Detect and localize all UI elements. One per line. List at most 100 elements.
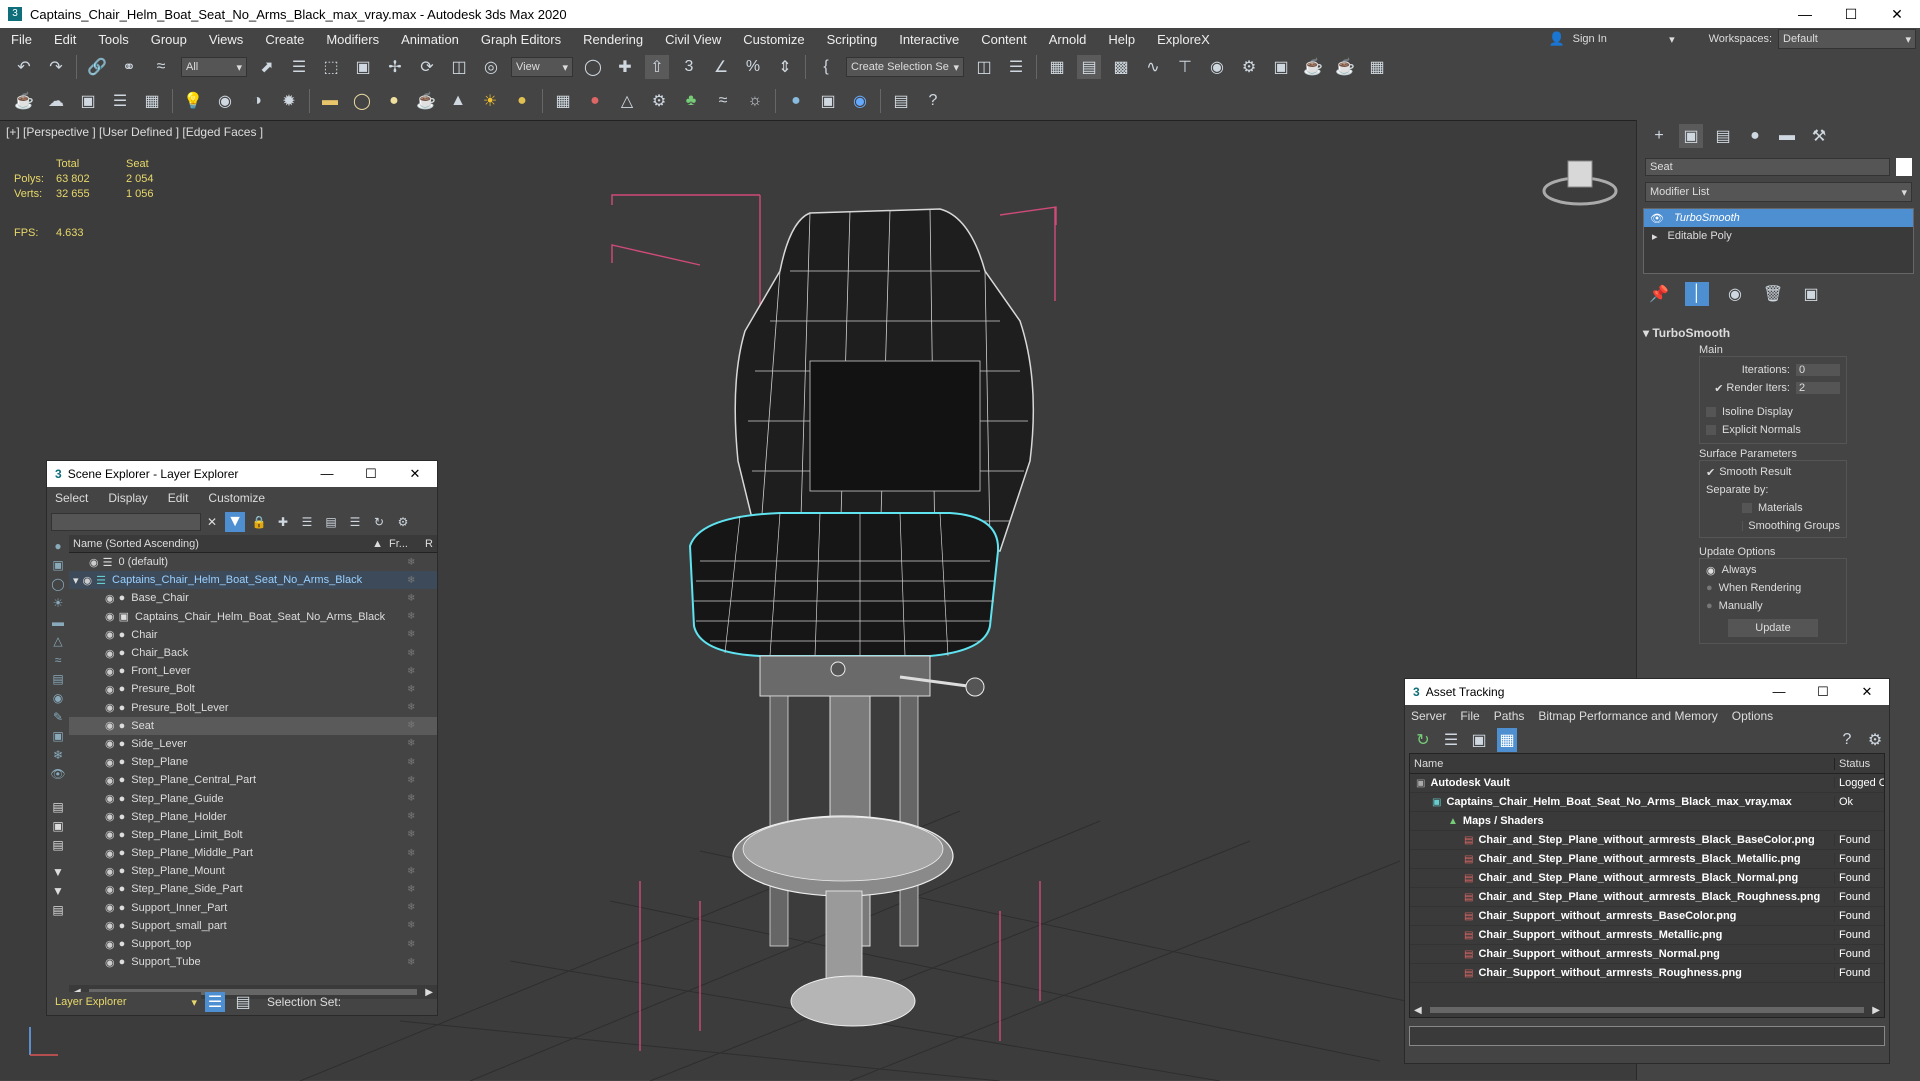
layer-tree-row[interactable]: ◉●Front_Lever❄ (69, 662, 437, 680)
layer-tree-row[interactable]: ◉▣Captains_Chair_Helm_Boat_Seat_No_Arms_… (69, 608, 437, 626)
object-name-field[interactable] (1645, 158, 1890, 176)
freeze-toggle-icon[interactable]: ❄ (407, 902, 437, 913)
menu-animation[interactable]: Animation (390, 32, 470, 47)
align-icon[interactable]: ☰ (1004, 55, 1028, 79)
scroll-right-icon[interactable]: ▶ (1872, 1005, 1880, 1016)
display-geometry-icon[interactable]: ▣ (52, 558, 63, 572)
visibility-eye-icon[interactable]: ◉ (105, 628, 115, 641)
visibility-eye-icon[interactable]: ◉ (105, 919, 115, 932)
menu-help[interactable]: Help (1097, 32, 1146, 47)
grid-plane-icon[interactable]: ▦ (551, 89, 575, 113)
freeze-toggle-icon[interactable]: ❄ (407, 793, 437, 804)
close-button[interactable]: ✕ (1874, 0, 1920, 28)
ies-light-icon[interactable]: ● (510, 89, 534, 113)
visibility-eye-icon[interactable]: ◉ (105, 956, 115, 969)
at-menu-file[interactable]: File (1460, 709, 1479, 723)
plane-icon[interactable]: ▬ (318, 89, 342, 113)
toggle-scene-explorer-icon[interactable]: ▦ (1045, 55, 1069, 79)
minimize-button[interactable]: — (1757, 684, 1801, 700)
configure-modifiers-icon[interactable]: ▣ (1799, 282, 1823, 306)
snap-3d-icon[interactable]: 3 (677, 55, 701, 79)
layer-tree-row[interactable]: ◉●Presure_Bolt❄ (69, 680, 437, 698)
image-icon[interactable]: ▣ (76, 89, 100, 113)
selection-filter-dropdown[interactable]: All▾ (181, 57, 247, 77)
layer-tree-row[interactable]: ◉●Support_small_part❄ (69, 917, 437, 935)
grid-layout-icon[interactable]: ▦ (1365, 55, 1389, 79)
col-frozen-header[interactable]: Fr... (389, 538, 425, 550)
layer-tree-row[interactable]: ◉●Step_Plane❄ (69, 753, 437, 771)
display-containers-icon[interactable]: ▣ (52, 729, 63, 743)
visibility-eye-icon[interactable]: ◉ (83, 574, 93, 587)
minimize-button[interactable]: — (1782, 0, 1828, 28)
layer-tree-row[interactable]: ▾◉☰Captains_Chair_Helm_Boat_Seat_No_Arms… (69, 571, 437, 589)
help-icon[interactable]: ? (921, 89, 945, 113)
render-icon[interactable]: ☕ (1301, 55, 1325, 79)
viewcube-icon[interactable] (1540, 151, 1620, 211)
fx-icon[interactable]: ✹ (277, 89, 301, 113)
visibility-eye-icon[interactable]: ◉ (105, 610, 115, 623)
link-icon[interactable]: 🔗 (85, 55, 109, 79)
freeze-toggle-icon[interactable]: ❄ (407, 593, 437, 604)
maximize-button[interactable]: ☐ (1828, 0, 1874, 28)
freeze-toggle-icon[interactable]: ❄ (407, 575, 437, 586)
asset-row[interactable]: ▤Chair_Support_without_armrests_Metallic… (1410, 926, 1884, 945)
se-menu-edit[interactable]: Edit (168, 491, 189, 505)
se-menu-display[interactable]: Display (108, 491, 147, 505)
display-hidden-icon[interactable]: 👁 (50, 767, 65, 781)
layer-tree-row[interactable]: ◉●Step_Plane_Holder❄ (69, 808, 437, 826)
rotate-icon[interactable]: ⟳ (415, 55, 439, 79)
visibility-eye-icon[interactable]: ◉ (105, 647, 115, 660)
layer-tree-row[interactable]: ◉●Presure_Bolt_Lever❄ (69, 699, 437, 717)
layer-tree-row[interactable]: ◉●Step_Plane_Side_Part❄ (69, 880, 437, 898)
layer-tree-row[interactable]: ◉●Chair❄ (69, 626, 437, 644)
se-menu-customize[interactable]: Customize (208, 491, 265, 505)
viewcube[interactable] (1540, 151, 1620, 211)
ribbon-icon[interactable]: ▩ (1109, 55, 1133, 79)
asset-row[interactable]: ▲Maps / Shaders (1410, 812, 1884, 831)
bag-icon[interactable]: ▤ (52, 903, 63, 917)
menu-modifiers[interactable]: Modifiers (315, 32, 390, 47)
hierarchy-tab-icon[interactable]: ▤ (1711, 124, 1735, 148)
scale-icon[interactable]: ◫ (447, 55, 471, 79)
layer-tree-row[interactable]: ◉●Chair_Back❄ (69, 644, 437, 662)
asset-row[interactable]: ▤Chair_and_Step_Plane_without_armrests_B… (1410, 831, 1884, 850)
display-bones-icon[interactable]: ✎ (53, 710, 63, 724)
at-menu-bitmap-performance[interactable]: Bitmap Performance and Memory (1538, 709, 1717, 723)
settings-icon[interactable]: ⚙ (1865, 728, 1885, 752)
redo-icon[interactable]: ↷ (44, 55, 68, 79)
menu-file[interactable]: File (0, 32, 43, 47)
remove-modifier-icon[interactable]: 🗑 (1761, 282, 1785, 306)
freeze-toggle-icon[interactable]: ❄ (407, 957, 437, 968)
asset-row[interactable]: ▣Autodesk VaultLogged O (1410, 774, 1884, 793)
render-iters-spinner[interactable]: 2 (1796, 382, 1840, 394)
list-icon[interactable]: ☰ (108, 89, 132, 113)
menu-group[interactable]: Group (140, 32, 198, 47)
sphere-icon[interactable]: ◑ (245, 89, 269, 113)
visibility-eye-icon[interactable]: ◉ (105, 719, 115, 732)
menu-civil-view[interactable]: Civil View (654, 32, 732, 47)
filter-icon[interactable]: ▼ (225, 512, 245, 532)
freeze-toggle-icon[interactable]: ❄ (407, 848, 437, 859)
scroll-left-icon[interactable]: ◀ (1414, 1005, 1422, 1016)
close-button[interactable]: ✕ (1845, 684, 1889, 700)
crosshair-icon[interactable]: ✚ (613, 55, 637, 79)
material-editor-icon[interactable]: ◉ (1205, 55, 1229, 79)
visibility-eye-icon[interactable]: ◉ (89, 556, 99, 569)
render-setup-icon[interactable]: ⚙ (1237, 55, 1261, 79)
menu-interactive[interactable]: Interactive (888, 32, 970, 47)
render-iters-checkbox[interactable]: ✔ (1714, 382, 1723, 395)
menu-create[interactable]: Create (254, 32, 315, 47)
freeze-toggle-icon[interactable]: ❄ (407, 811, 437, 822)
freeze-toggle-icon[interactable]: ❄ (407, 738, 437, 749)
explorer-type-dropdown[interactable]: Layer Explorer▾ (51, 992, 201, 1012)
at-path-field[interactable] (1409, 1026, 1885, 1046)
display-xrefs-icon[interactable]: ◉ (53, 691, 63, 705)
filter-options-icon[interactable]: ▼ (52, 884, 64, 898)
visibility-eye-icon[interactable]: ◉ (105, 865, 115, 878)
show-end-result-icon[interactable]: │ (1685, 282, 1709, 306)
menu-graph-editors[interactable]: Graph Editors (470, 32, 572, 47)
layer-tree-row[interactable]: ◉●Base_Chair❄ (69, 589, 437, 607)
asset-row[interactable]: ▤Chair_Support_without_armrests_BaseColo… (1410, 907, 1884, 926)
modify-tab-icon[interactable]: ▣ (1679, 124, 1703, 148)
layer-tree-row[interactable]: ◉●Support_top❄ (69, 935, 437, 953)
